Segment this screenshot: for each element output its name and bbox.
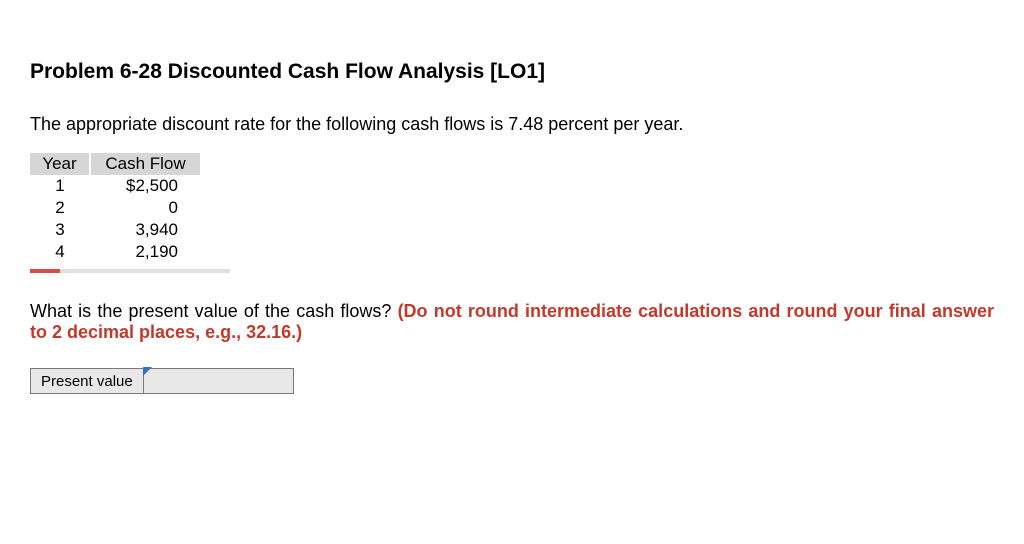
cell-flow: $2,500 bbox=[90, 175, 200, 197]
input-corner-marker-icon bbox=[143, 367, 152, 376]
cell-year: 3 bbox=[30, 219, 90, 241]
cash-flow-table: Year Cash Flow 1 $2,500 2 0 3 3,940 4 2,… bbox=[30, 153, 200, 263]
cell-year: 2 bbox=[30, 197, 90, 219]
cell-flow: 2,190 bbox=[90, 241, 200, 263]
table-accent-bar bbox=[30, 269, 230, 273]
cell-flow: 0 bbox=[90, 197, 200, 219]
table-row: 4 2,190 bbox=[30, 241, 200, 263]
present-value-input[interactable] bbox=[144, 368, 294, 394]
problem-title: Problem 6-28 Discounted Cash Flow Analys… bbox=[30, 60, 994, 84]
cell-year: 1 bbox=[30, 175, 90, 197]
problem-intro: The appropriate discount rate for the fo… bbox=[30, 114, 994, 135]
answer-label: Present value bbox=[30, 368, 144, 394]
question-text: What is the present value of the cash fl… bbox=[30, 301, 994, 343]
answer-row: Present value bbox=[30, 368, 994, 394]
table-row: 2 0 bbox=[30, 197, 200, 219]
question-plain: What is the present value of the cash fl… bbox=[30, 301, 398, 321]
table-row: 1 $2,500 bbox=[30, 175, 200, 197]
col-header-year: Year bbox=[30, 153, 90, 175]
cell-flow: 3,940 bbox=[90, 219, 200, 241]
col-header-flow: Cash Flow bbox=[90, 153, 200, 175]
table-row: 3 3,940 bbox=[30, 219, 200, 241]
cell-year: 4 bbox=[30, 241, 90, 263]
